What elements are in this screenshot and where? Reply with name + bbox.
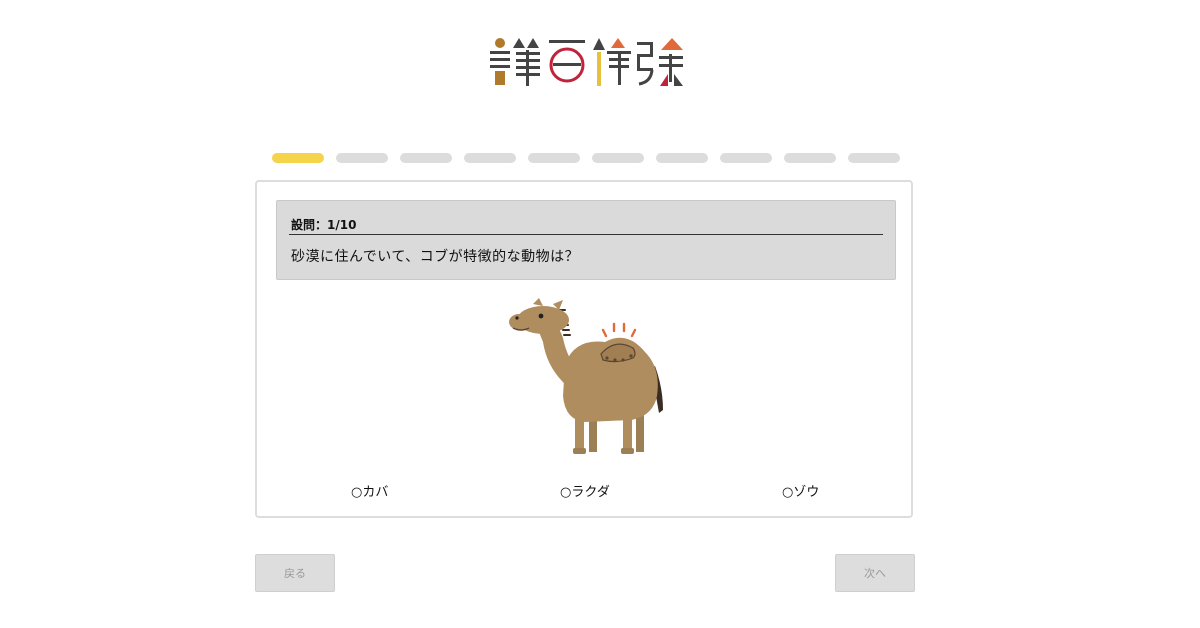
next-button[interactable]: 次へ: [835, 554, 915, 592]
progress-step-4: [464, 153, 516, 163]
divider: [289, 234, 883, 235]
progress-step-10: [848, 153, 900, 163]
question-number: 設問：1/10: [291, 218, 357, 232]
progress-step-7: [656, 153, 708, 163]
answer-option-elephant[interactable]: ○ゾウ: [782, 481, 819, 500]
progress-step-1: [272, 153, 324, 163]
question-card: 設問：1/10 砂漠に住んでいて、コブが特徴的な動物は？ ○カバ ○ラクダ ○ゾ…: [255, 180, 913, 518]
progress-step-2: [336, 153, 388, 163]
answer-option-camel[interactable]: ○ラクダ: [560, 481, 610, 500]
progress-step-9: [784, 153, 836, 163]
camel-illustration: [509, 298, 663, 454]
progress-step-5: [528, 153, 580, 163]
answer-option-hippo[interactable]: ○カバ: [351, 481, 388, 500]
progress-step-3: [400, 153, 452, 163]
back-button[interactable]: 戻る: [255, 554, 335, 592]
question-text: 砂漠に住んでいて、コブが特徴的な動物は？: [291, 249, 580, 265]
quiz-progress-bar: [272, 153, 900, 163]
question-header: 設問：1/10 砂漠に住んでいて、コブが特徴的な動物は？: [276, 200, 896, 280]
site-logo: [490, 38, 683, 86]
progress-step-8: [720, 153, 772, 163]
progress-step-6: [592, 153, 644, 163]
